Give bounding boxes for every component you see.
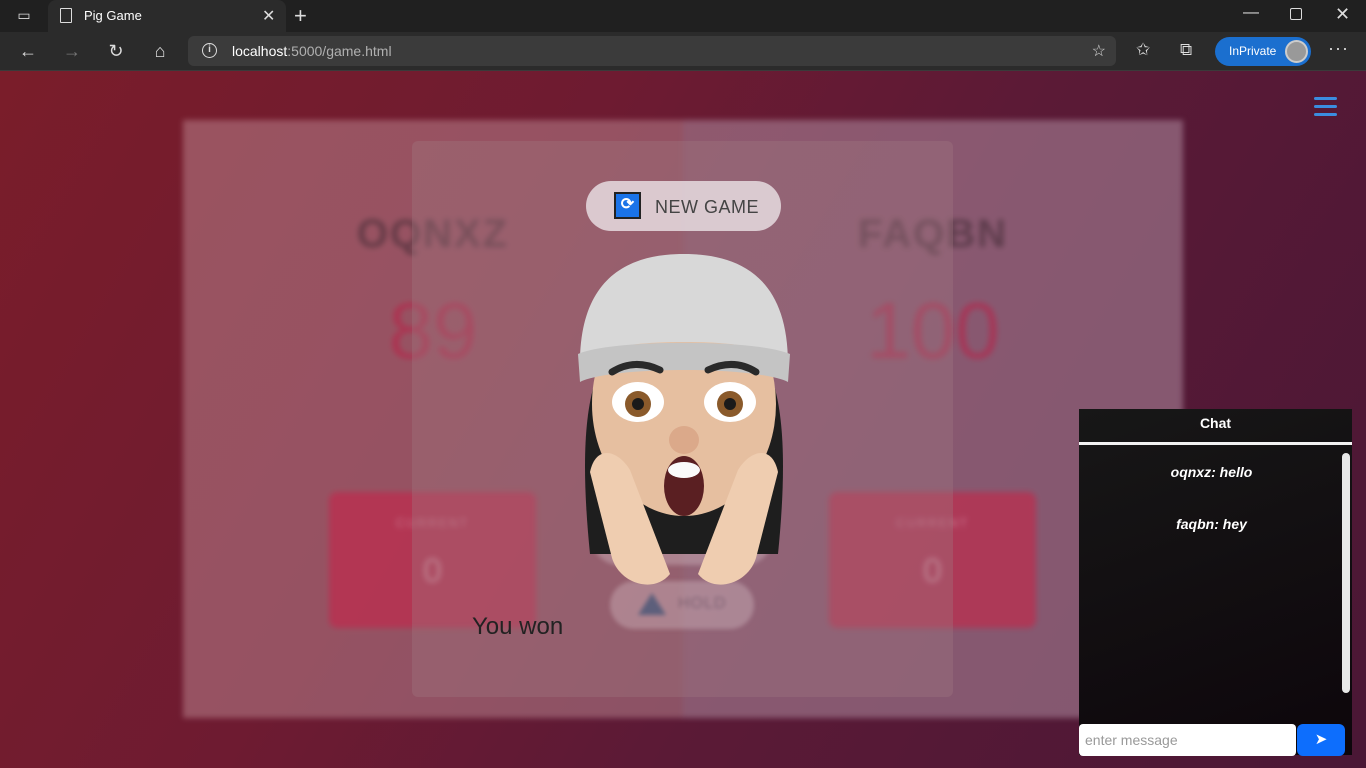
favorites-icon[interactable]: ✩ — [1136, 40, 1150, 60]
tab-title: Pig Game — [84, 8, 142, 23]
result-text: You won — [472, 613, 564, 640]
hold-icon — [638, 593, 666, 615]
paper-plane-icon: ➤ — [1314, 731, 1328, 748]
chat-panel: Chat oqnxz: hello faqbn: hey — [1079, 409, 1352, 755]
address-bar[interactable]: i localhost:5000/game.html ☆ — [188, 36, 1116, 66]
game-page: OQNXZ 89 CURRENT 0 FAQBN 100 CURRENT 0 H… — [0, 71, 1366, 768]
tab-list-icon[interactable]: ▭ — [14, 7, 34, 25]
chat-message: faqbn: hey — [1176, 516, 1247, 532]
avatar — [1285, 40, 1308, 63]
info-icon[interactable]: i — [202, 43, 217, 58]
tab-pig-game[interactable]: Pig Game ✕ — [48, 0, 286, 32]
new-game-label: NEW GAME — [655, 197, 760, 217]
close-icon[interactable]: ✕ — [262, 6, 275, 26]
collections-icon[interactable]: ⧉ — [1180, 40, 1192, 60]
new-game-button[interactable]: ⟳ NEW GAME — [586, 181, 781, 231]
close-window-icon[interactable]: ✕ — [1335, 4, 1350, 25]
home-icon[interactable]: ⌂ — [148, 39, 172, 63]
chat-message: oqnxz: hello — [1170, 464, 1253, 480]
chat-divider — [1079, 442, 1352, 445]
chat-title: Chat — [1199, 415, 1232, 431]
minimize-icon[interactable]: — — [1243, 4, 1259, 22]
restore-icon[interactable] — [1290, 8, 1302, 20]
plus-icon[interactable]: + — [294, 3, 307, 29]
more-icon[interactable]: ··· — [1328, 38, 1349, 59]
inprivate-label: InPrivate — [1229, 44, 1277, 58]
shocked-memoji-image — [578, 254, 790, 585]
inprivate-button[interactable]: InPrivate — [1215, 37, 1311, 66]
star-add-icon[interactable]: ☆ — [1092, 41, 1106, 61]
refresh-icon[interactable]: ↻ — [104, 39, 128, 63]
browser-tab-bar: ▭ Pig Game ✕ + — ✕ — [0, 0, 1366, 32]
url-text[interactable]: localhost:5000/game.html — [232, 43, 392, 59]
send-button[interactable]: ➤ — [1297, 724, 1345, 756]
chat-message-input[interactable] — [1079, 724, 1296, 756]
chat-scrollbar[interactable] — [1342, 453, 1350, 693]
refresh-icon: ⟳ — [614, 192, 641, 219]
page-icon — [60, 8, 72, 23]
browser-toolbar: ← → ↻ ⌂ i localhost:5000/game.html ☆ ✩ ⧉… — [0, 32, 1366, 71]
menu-icon[interactable] — [1314, 97, 1337, 117]
back-arrow-icon[interactable]: ← — [16, 39, 40, 63]
hold-button: HOLD — [610, 581, 754, 629]
forward-arrow-icon[interactable]: → — [60, 39, 84, 63]
